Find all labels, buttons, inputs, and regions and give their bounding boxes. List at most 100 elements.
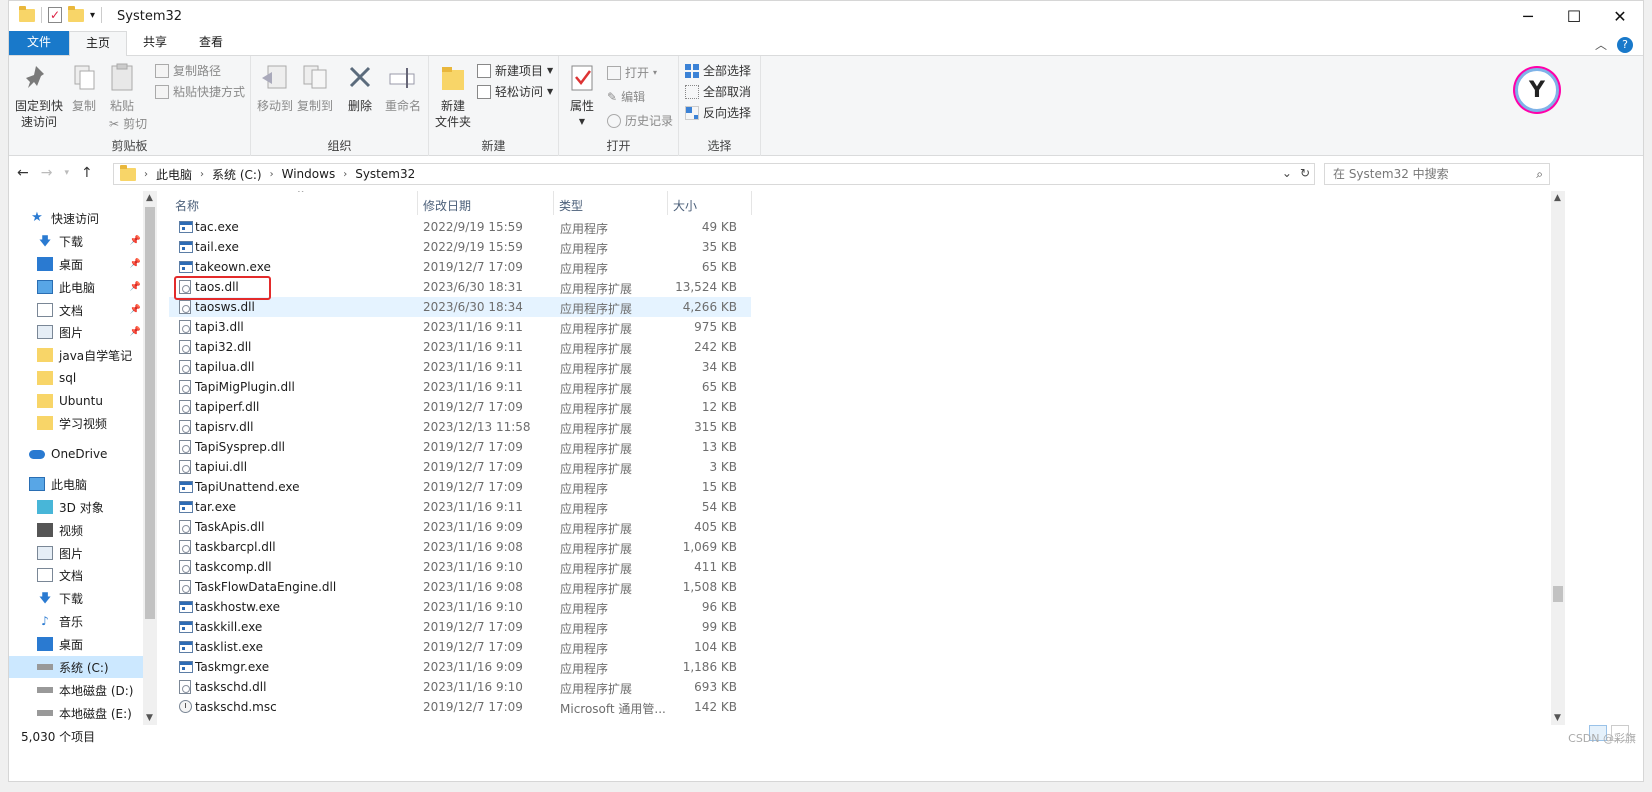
file-row[interactable]: TaskApis.dll 2023/11/16 9:09 应用程序扩展 405 KB xyxy=(169,517,751,537)
address-dropdown-icon[interactable]: ⌄ xyxy=(1282,166,1292,180)
sidebar-item[interactable]: 文档 xyxy=(9,564,143,586)
select-all-button[interactable]: 全部选择 xyxy=(685,62,751,79)
customize-toolbar-icon[interactable]: ▾ xyxy=(90,10,95,21)
sidebar-item[interactable]: 3D 对象 xyxy=(9,496,143,518)
breadcrumb-windows[interactable]: Windows xyxy=(282,167,336,181)
column-size[interactable]: 大小 xyxy=(673,197,697,214)
tab-share[interactable]: 共享 xyxy=(127,31,183,55)
sidebar-item[interactable]: ♪ 音乐 xyxy=(9,610,143,632)
delete-button[interactable]: 删除 xyxy=(345,62,375,114)
recent-locations-icon[interactable]: ▾ xyxy=(64,168,69,178)
file-row[interactable]: taos.dll 2023/6/30 18:31 应用程序扩展 13,524 KB xyxy=(169,277,751,297)
file-row[interactable]: Taskmgr.exe 2023/11/16 9:09 应用程序 1,186 KB xyxy=(169,657,751,677)
paste-shortcut-button[interactable]: 粘贴快捷方式 xyxy=(155,83,245,100)
scroll-up-icon[interactable]: ▲ xyxy=(146,193,153,203)
file-row[interactable]: tar.exe 2023/11/16 9:11 应用程序 54 KB xyxy=(169,497,751,517)
column-name[interactable]: 名称 xyxy=(175,197,199,214)
collapse-ribbon-icon[interactable]: ︿ xyxy=(1595,36,1607,53)
file-list-scroll-thumb[interactable] xyxy=(1553,586,1563,602)
breadcrumb-this-pc[interactable]: 此电脑 xyxy=(156,166,192,183)
up-arrow-icon[interactable]: ↑ xyxy=(81,165,93,181)
sidebar-scrollbar[interactable]: ▲ ▼ xyxy=(143,191,157,725)
sidebar-item[interactable]: sql xyxy=(9,367,143,389)
sidebar-item[interactable]: 图片 xyxy=(9,542,143,564)
file-row[interactable]: taskbarcpl.dll 2023/11/16 9:08 应用程序扩展 1,069… xyxy=(169,537,751,557)
cut-button[interactable]: ✂ 剪切 xyxy=(109,115,147,132)
tab-home[interactable]: 主页 xyxy=(69,31,128,56)
file-row[interactable]: taskschd.msc 2019/12/7 17:09 Microsoft 通用管… xyxy=(169,697,751,717)
sidebar-item[interactable]: 学习视频 xyxy=(9,412,143,434)
scroll-down-icon[interactable]: ▼ xyxy=(1554,713,1561,723)
new-item-button[interactable]: 新建项目 ▼ xyxy=(477,62,553,79)
minimize-button[interactable]: ─ xyxy=(1505,1,1551,31)
copy-button[interactable]: 复制 xyxy=(67,62,101,114)
sidebar-item[interactable]: java自学笔记 xyxy=(9,344,143,366)
copy-path-button[interactable]: 复制路径 xyxy=(155,62,221,79)
help-icon[interactable]: ? xyxy=(1617,36,1633,53)
sidebar-item[interactable]: Ubuntu xyxy=(9,390,143,412)
search-icon[interactable]: ⌕ xyxy=(1536,164,1543,184)
tab-view[interactable]: 查看 xyxy=(183,31,239,55)
sidebar-item[interactable]: 此电脑 📌 xyxy=(9,276,143,298)
assistant-avatar-icon[interactable]: Y xyxy=(1515,68,1559,112)
file-row[interactable]: TaskFlowDataEngine.dll 2023/11/16 9:08 应用程… xyxy=(169,577,751,597)
file-row[interactable]: taosws.dll 2023/6/30 18:34 应用程序扩展 4,266 KB xyxy=(169,297,751,317)
file-row[interactable]: takeown.exe 2019/12/7 17:09 应用程序 65 KB xyxy=(169,257,751,277)
sidebar-item[interactable]: 系统 (C:) xyxy=(9,656,143,678)
close-button[interactable]: ✕ xyxy=(1597,1,1643,31)
open-button[interactable]: 打开 ▾ xyxy=(607,64,657,81)
sidebar-item[interactable]: OneDrive xyxy=(9,443,143,465)
invert-selection-button[interactable]: 反向选择 xyxy=(685,104,751,121)
sidebar-item[interactable]: 图片 📌 xyxy=(9,321,143,343)
column-date[interactable]: 修改日期 xyxy=(423,197,471,214)
chevron-right-icon[interactable]: › xyxy=(144,169,148,180)
file-row[interactable]: TapiUnattend.exe 2019/12/7 17:09 应用程序 15 KB xyxy=(169,477,751,497)
sidebar-item[interactable]: 桌面 xyxy=(9,633,143,655)
sidebar-item[interactable]: 🡇 下载 📌 xyxy=(9,230,143,252)
file-row[interactable]: tapiperf.dll 2019/12/7 17:09 应用程序扩展 12 KB xyxy=(169,397,751,417)
sidebar-item[interactable]: 文档 📌 xyxy=(9,299,143,321)
sidebar-item[interactable]: ★ 快速访问 xyxy=(9,207,143,229)
sidebar-item[interactable]: 视频 xyxy=(9,519,143,541)
properties-button[interactable]: 属性 ▼ xyxy=(565,62,599,130)
new-folder-button[interactable]: 新建 文件夹 xyxy=(433,62,473,130)
file-row[interactable]: tail.exe 2022/9/19 15:59 应用程序 35 KB xyxy=(169,237,751,257)
move-to-button[interactable]: 移动到 xyxy=(257,62,293,114)
sidebar-item[interactable]: 此电脑 xyxy=(9,473,143,495)
edit-button[interactable]: ✎ 编辑 xyxy=(607,88,645,105)
chevron-right-icon[interactable]: › xyxy=(200,169,204,180)
sidebar-item[interactable]: 🡇 下载 xyxy=(9,587,143,609)
tab-file[interactable]: 文件 xyxy=(9,31,70,55)
file-row[interactable]: tapilua.dll 2023/11/16 9:11 应用程序扩展 34 KB xyxy=(169,357,751,377)
file-row[interactable]: tapi32.dll 2023/11/16 9:11 应用程序扩展 242 KB xyxy=(169,337,751,357)
column-type[interactable]: 类型 xyxy=(559,197,583,214)
file-row[interactable]: tasklist.exe 2019/12/7 17:09 应用程序 104 KB xyxy=(169,637,751,657)
file-row[interactable]: taskkill.exe 2019/12/7 17:09 应用程序 99 KB xyxy=(169,617,751,637)
chevron-right-icon[interactable]: › xyxy=(270,169,274,180)
breadcrumb-system32[interactable]: System32 xyxy=(355,167,415,181)
rename-button[interactable]: 重命名 xyxy=(383,62,423,114)
file-list-scrollbar[interactable]: ▲ ▼ xyxy=(1551,191,1565,725)
chevron-right-icon[interactable]: › xyxy=(343,169,347,180)
pin-quick-access-button[interactable]: 固定到快 速访问 xyxy=(15,62,63,130)
file-row[interactable]: tapisrv.dll 2023/12/13 11:58 应用程序扩展 315 KB xyxy=(169,417,751,437)
select-none-button[interactable]: 全部取消 xyxy=(685,83,751,100)
easy-access-button[interactable]: 轻松访问 ▼ xyxy=(477,83,553,100)
search-input[interactable]: 在 System32 中搜索 ⌕ xyxy=(1324,163,1550,185)
file-row[interactable]: taskhostw.exe 2023/11/16 9:10 应用程序 96 KB xyxy=(169,597,751,617)
sidebar-item[interactable]: 本地磁盘 (E:) xyxy=(9,702,143,724)
address-bar[interactable]: › 此电脑 › 系统 (C:) › Windows › System32 ⌄ ↻ xyxy=(113,163,1315,185)
file-row[interactable]: tapiui.dll 2019/12/7 17:09 应用程序扩展 3 KB xyxy=(169,457,751,477)
file-row[interactable]: TapiSysprep.dll 2019/12/7 17:09 应用程序扩展 13 K… xyxy=(169,437,751,457)
breadcrumb-system-c[interactable]: 系统 (C:) xyxy=(212,166,262,183)
properties-icon[interactable]: ✓ xyxy=(48,7,62,23)
refresh-icon[interactable]: ↻ xyxy=(1300,166,1310,180)
file-row[interactable]: tapi3.dll 2023/11/16 9:11 应用程序扩展 975 KB xyxy=(169,317,751,337)
sidebar-scroll-thumb[interactable] xyxy=(145,207,155,619)
file-row[interactable]: taskschd.dll 2023/11/16 9:10 应用程序扩展 693 KB xyxy=(169,677,751,697)
file-row[interactable]: TapiMigPlugin.dll 2023/11/16 9:11 应用程序扩展 65… xyxy=(169,377,751,397)
scroll-up-icon[interactable]: ▲ xyxy=(1554,193,1561,203)
paste-button[interactable]: 粘贴 xyxy=(105,62,139,114)
history-button[interactable]: 历史记录 xyxy=(607,112,673,129)
sidebar-item[interactable]: 桌面 📌 xyxy=(9,253,143,275)
